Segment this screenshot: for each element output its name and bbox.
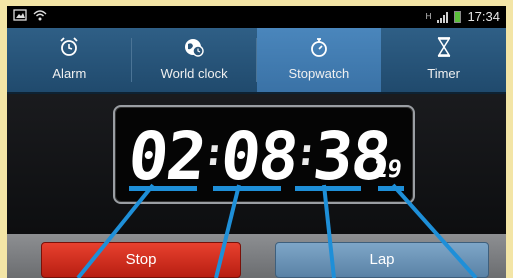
seconds-pointer-line [322, 184, 336, 278]
hours-pointer-line [76, 183, 155, 278]
hundredths-pointer-line [391, 183, 478, 278]
annotation-arrows [76, 183, 478, 278]
minutes-pointer-line [214, 184, 241, 278]
